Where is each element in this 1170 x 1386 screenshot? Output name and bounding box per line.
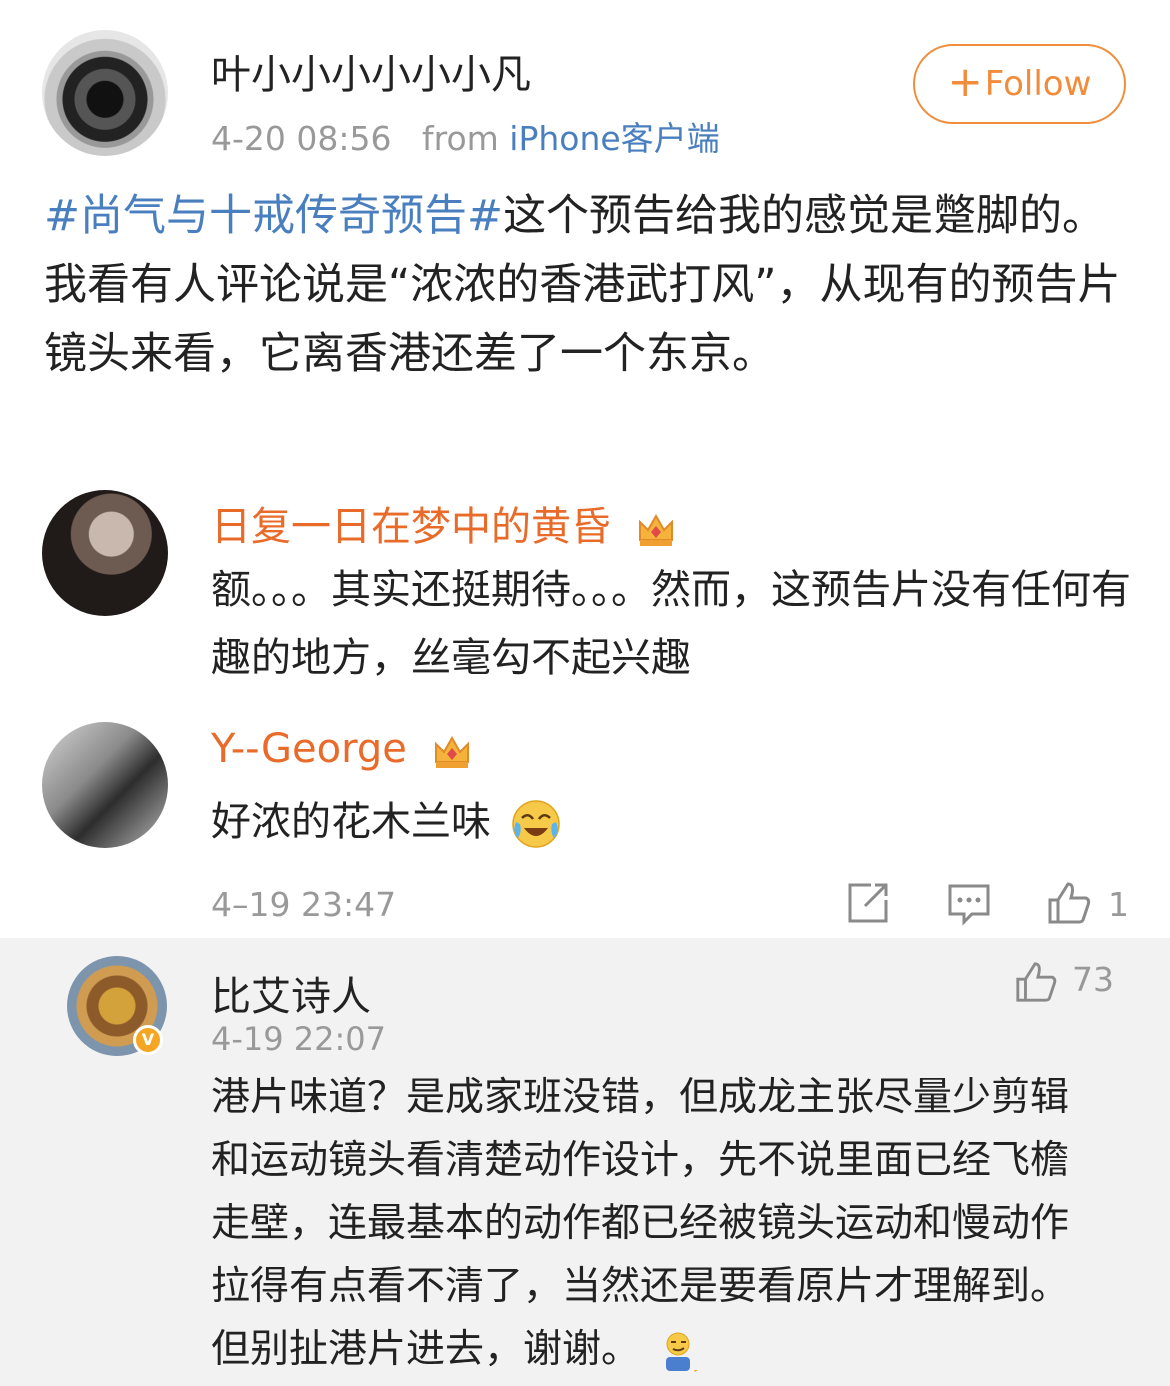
repost-icon[interactable] xyxy=(845,880,891,926)
post-from-label: from xyxy=(422,119,499,158)
author-name[interactable]: 叶小小小小小小凡 xyxy=(211,42,531,100)
crown-icon xyxy=(638,513,673,546)
smirk-emoji-icon xyxy=(666,1332,699,1374)
comment-text-content: 好浓的花木兰味 xyxy=(211,799,491,845)
like-count: 1 xyxy=(1108,885,1129,924)
crown-icon xyxy=(434,735,469,768)
reply-section: V 比艾诗人 4-19 22:07 73 港片味道？是成家班没错，但成龙主张尽量… xyxy=(0,938,1170,1386)
reply-time: 4-19 22:07 xyxy=(211,1020,387,1058)
comment-avatar[interactable] xyxy=(42,490,168,616)
comment-time: 4–19 23:47 xyxy=(211,885,397,924)
comment-author-name: 日复一日在梦中的黄昏 xyxy=(211,504,611,550)
reply-author[interactable]: 比艾诗人 xyxy=(211,964,371,1022)
post-meta: 4-20 08:56 from iPhone客户端 xyxy=(211,112,720,160)
plus-icon: + xyxy=(947,57,983,106)
post-time: 4-20 08:56 xyxy=(211,119,392,158)
post-body: #尚气与十戒传奇预告#这个预告给我的感觉是蹩脚的。我看有人评论说是“浓浓的香港武… xyxy=(44,182,1130,389)
comment-author[interactable]: Y--George xyxy=(211,726,472,772)
follow-button[interactable]: + Follow xyxy=(913,44,1126,124)
reply-text-content: 港片味道？是成家班没错，但成龙主张尽量少剪辑和运动镜头看清楚动作设计，先不说里面… xyxy=(211,1075,1070,1372)
comment-text: 好浓的花木兰味 xyxy=(211,788,562,856)
comment-author[interactable]: 日复一日在梦中的黄昏 xyxy=(211,494,676,552)
author-avatar[interactable] xyxy=(42,30,168,156)
post-source-link[interactable]: iPhone客户端 xyxy=(509,119,719,158)
comment-avatar[interactable] xyxy=(42,722,168,848)
reply-text: 港片味道？是成家班没错，但成龙主张尽量少剪辑和运动镜头看清楚动作设计，先不说里面… xyxy=(211,1066,1081,1381)
follow-label: Follow xyxy=(984,64,1092,104)
verified-badge: V xyxy=(133,1025,163,1055)
comment-icon[interactable] xyxy=(946,880,992,926)
laugh-cry-icon xyxy=(511,800,560,848)
like-icon[interactable] xyxy=(1014,960,1058,1004)
reply-like-count: 73 xyxy=(1072,960,1114,999)
hashtag-link[interactable]: #尚气与十戒传奇预告# xyxy=(44,191,503,241)
comment-text: 额。。。其实还挺期待。。。然而，这预告片没有任何有趣的地方，丝毫勾不起兴趣 xyxy=(211,567,1131,681)
like-icon[interactable] xyxy=(1046,880,1092,926)
comment-author-name: Y--George xyxy=(211,726,407,772)
